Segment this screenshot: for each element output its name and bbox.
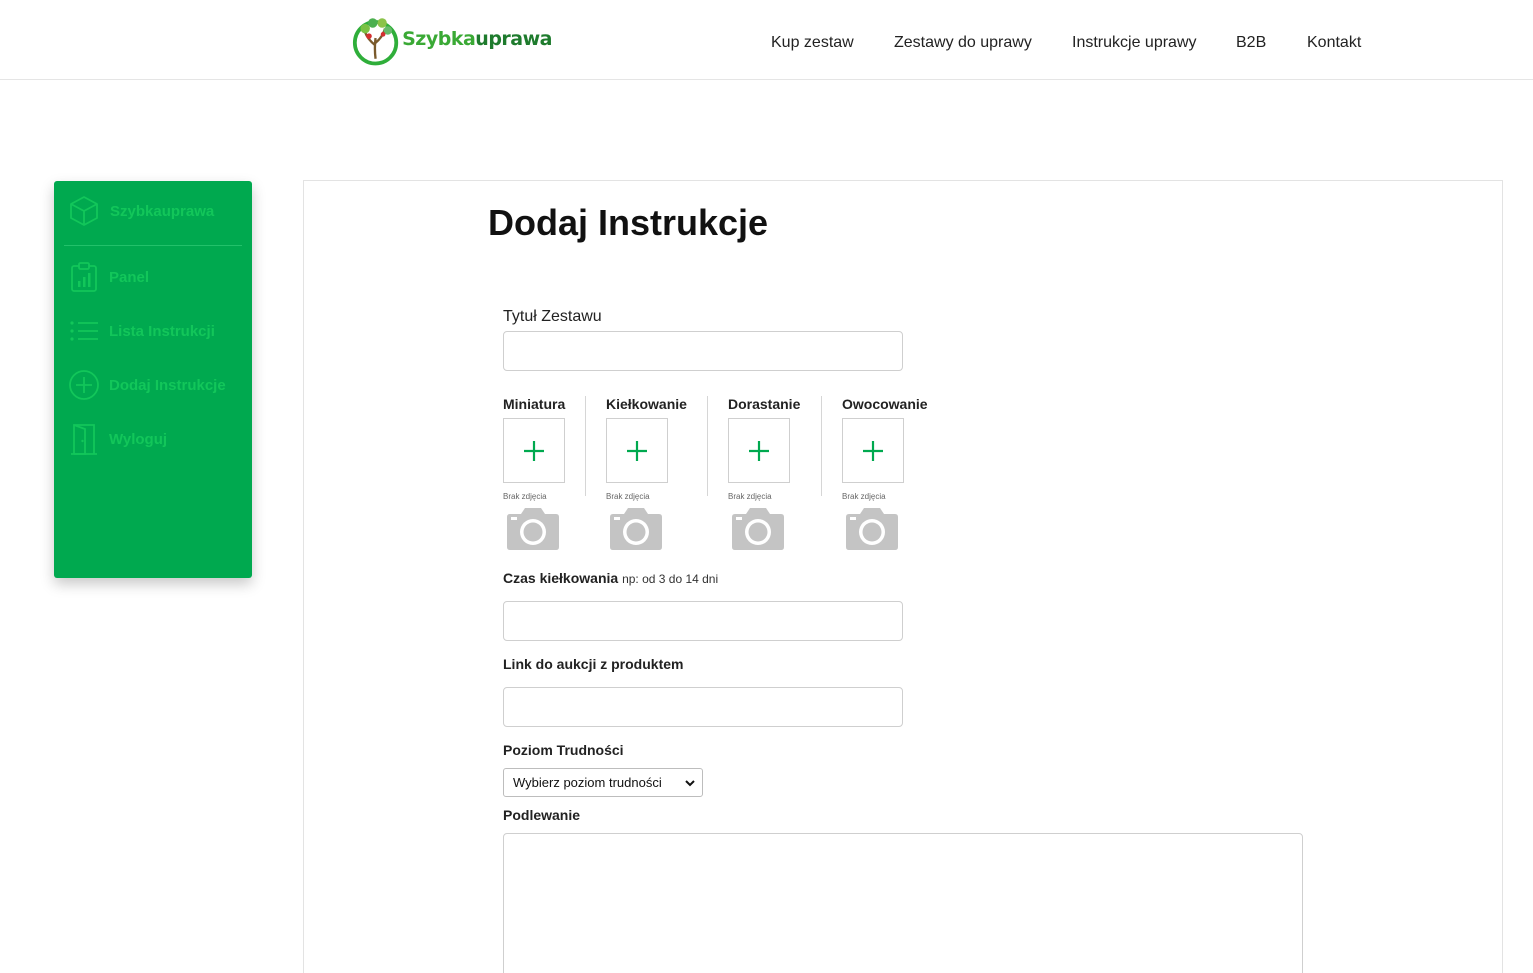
image-upload-label: Kiełkowanie <box>606 396 687 412</box>
door-icon <box>71 424 97 455</box>
nav-item-kontakt[interactable]: Kontakt <box>1307 34 1361 52</box>
nav-item-instrukcje-uprawy[interactable]: Instrukcje uprawy <box>1072 34 1197 52</box>
image-upload-kielkowanie: Kiełkowanie Brak zdjęcia <box>606 396 687 558</box>
sidebar-item-dodaj-instrukcje[interactable]: Dodaj Instrukcje <box>68 369 226 401</box>
sidebar-item-lista-instrukcji[interactable]: Lista Instrukcji <box>68 315 215 347</box>
image-upload-dorastanie: Dorastanie Brak zdjęcia <box>728 396 800 558</box>
sidebar-item-label: Dodaj Instrukcje <box>109 376 226 394</box>
sidebar: Szybkauprawa Panel Lista Instrukcji Doda… <box>54 181 252 578</box>
sidebar-divider <box>64 245 242 246</box>
sidebar-brand-label: Szybkauprawa <box>110 202 215 220</box>
set-title-label: Tytuł Zestawu <box>503 308 602 325</box>
image-upload-owocowanie: Owocowanie Brak zdjęcia <box>842 396 928 558</box>
column-divider <box>585 396 586 496</box>
auction-link-input[interactable] <box>503 687 903 727</box>
plus-icon <box>524 440 544 461</box>
germination-time-input[interactable] <box>503 601 903 641</box>
image-upload-label: Owocowanie <box>842 396 928 412</box>
site-logo[interactable]: Szybkauprawa <box>352 9 552 69</box>
plus-circle-icon <box>69 370 99 400</box>
nav-item-kup-zestaw[interactable]: Kup zestaw <box>771 34 854 52</box>
plus-icon <box>749 440 769 461</box>
difficulty-select[interactable]: Wybierz poziom trudności <box>503 768 703 797</box>
logo-text-part2: uprawa <box>475 28 552 50</box>
camera-icon <box>846 508 898 550</box>
add-image-button[interactable] <box>728 418 790 483</box>
camera-icon <box>507 508 559 550</box>
no-photo-caption: Brak zdjęcia <box>842 492 886 501</box>
chevron-down-icon <box>685 780 695 787</box>
add-image-button[interactable] <box>606 418 668 483</box>
no-photo-caption: Brak zdjęcia <box>606 492 650 501</box>
logo-text-part1: Szybka <box>402 28 476 50</box>
nav-item-zestawy-do-uprawy[interactable]: Zestawy do uprawy <box>894 34 1032 52</box>
image-upload-label: Dorastanie <box>728 396 801 412</box>
list-icon <box>70 321 98 341</box>
page-title: Dodaj Instrukcje <box>488 202 769 243</box>
image-upload-label: Miniatura <box>503 396 566 412</box>
image-upload-miniatura: Miniatura Brak zdjęcia <box>503 396 565 558</box>
nav-item-b2b[interactable]: B2B <box>1236 34 1266 52</box>
clipboard-chart-icon <box>71 262 97 292</box>
plus-icon <box>627 440 647 461</box>
germination-time-label: Czas kiełkowania <box>503 570 619 586</box>
sidebar-item-panel[interactable]: Panel <box>68 261 149 293</box>
watering-label: Podlewanie <box>503 807 581 823</box>
column-divider <box>707 396 708 496</box>
germination-time-label-row: Czas kiełkowania np: od 3 do 14 dni <box>503 570 718 586</box>
auction-link-label: Link do aukcji z produktem <box>503 656 684 672</box>
no-photo-caption: Brak zdjęcia <box>728 492 772 501</box>
difficulty-selected-value: Wybierz poziom trudności <box>513 775 662 790</box>
add-image-button[interactable] <box>503 418 565 483</box>
sidebar-item-label: Panel <box>109 268 150 286</box>
difficulty-label: Poziom Trudności <box>503 742 624 758</box>
sidebar-item-label: Lista Instrukcji <box>109 322 215 340</box>
tree-logo-icon <box>352 18 399 66</box>
logo-wordmark: Szybkauprawa <box>402 28 552 50</box>
sidebar-item-wyloguj[interactable]: Wyloguj <box>68 423 167 455</box>
camera-icon <box>732 508 784 550</box>
sidebar-brand[interactable]: Szybkauprawa <box>68 195 214 227</box>
set-title-input[interactable] <box>503 331 903 371</box>
plus-icon <box>863 440 883 461</box>
cube-icon <box>70 196 98 226</box>
no-photo-caption: Brak zdjęcia <box>503 492 547 501</box>
top-header: Szybkauprawa Kup zestaw Zestawy do upraw… <box>0 0 1533 80</box>
germination-time-hint: np: od 3 do 14 dni <box>622 572 719 586</box>
watering-textarea[interactable] <box>503 833 1303 973</box>
column-divider <box>821 396 822 496</box>
sidebar-item-label: Wyloguj <box>109 430 168 448</box>
add-image-button[interactable] <box>842 418 904 483</box>
camera-icon <box>610 508 662 550</box>
